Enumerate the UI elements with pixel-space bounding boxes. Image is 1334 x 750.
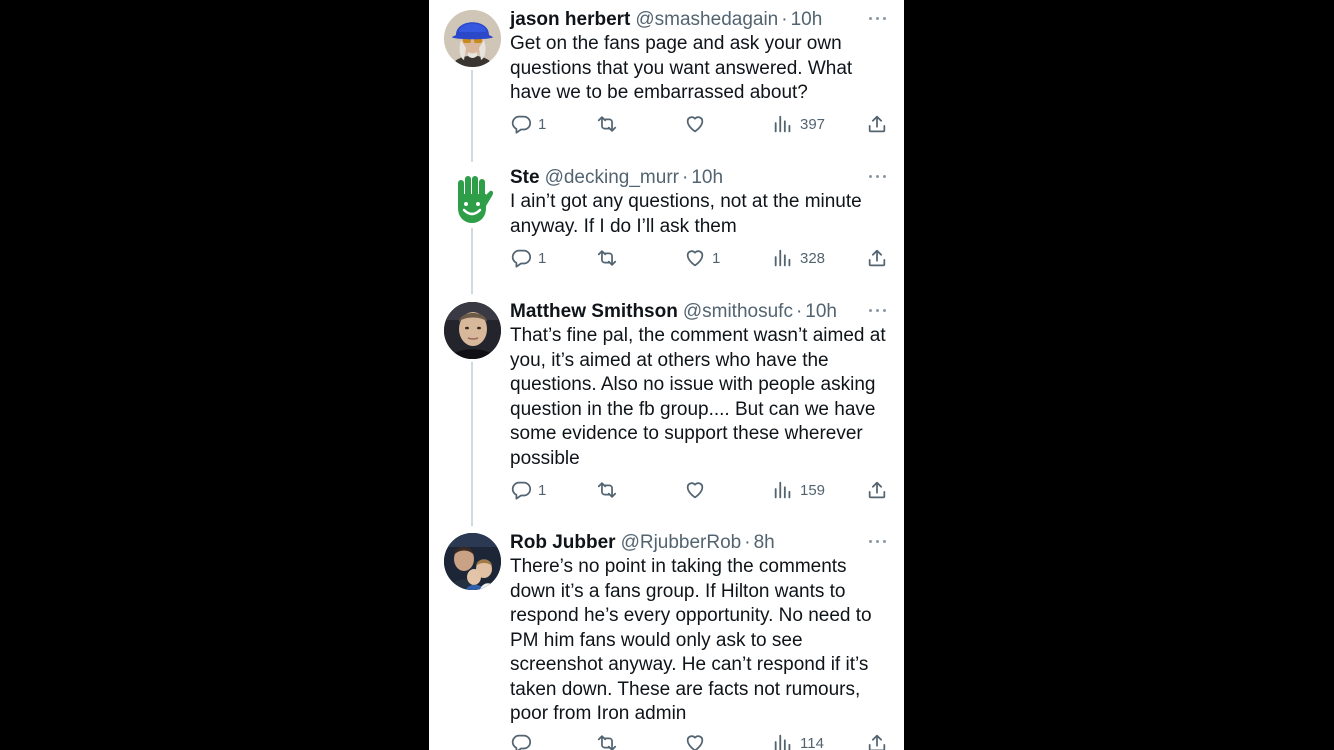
more-options-icon[interactable] [869, 8, 887, 28]
reply-icon [510, 113, 532, 135]
reply-button[interactable]: 1 [510, 112, 546, 136]
share-button[interactable] [866, 731, 888, 750]
retweet-icon [596, 113, 618, 135]
avatar[interactable] [444, 10, 501, 67]
user-handle[interactable]: @decking_murr [545, 167, 679, 188]
user-handle[interactable]: @smashedagain [635, 9, 778, 30]
separator-dot: · [744, 532, 751, 553]
separator-dot: · [781, 9, 788, 30]
views-count: 114 [800, 734, 824, 750]
share-icon [866, 479, 888, 501]
tweet[interactable]: Matthew Smithson @smithosufc · 10h That’s f… [429, 292, 904, 514]
reply-count: 1 [538, 115, 547, 133]
tweet-actions: 1 397 [510, 112, 895, 136]
tweet-text: There’s no point in taking the comments … [510, 556, 872, 724]
like-button[interactable] [684, 112, 712, 136]
tweet-actions: 1 1 328 [510, 246, 895, 270]
tweet-text: Get on the fans page and ask your own qu… [510, 33, 853, 103]
views-chart-icon [772, 479, 794, 501]
user-handle[interactable]: @RjubberRob [621, 532, 742, 553]
reply-count: 1 [538, 481, 547, 499]
tweet-text: I ain’t got any questions, not at the mi… [510, 191, 862, 237]
views-count: 328 [800, 249, 826, 267]
tweet-actions: 1 159 [510, 478, 895, 502]
share-button[interactable] [866, 246, 888, 270]
more-options-icon[interactable] [869, 166, 887, 186]
share-icon [866, 113, 888, 135]
tweet-header: jason herbert @smashedagain · 10h [510, 8, 822, 32]
tweet[interactable]: jason herbert @smashedagain · 10h Get on th… [429, 0, 904, 150]
heart-icon [684, 113, 706, 135]
reply-button[interactable]: 1 [510, 246, 546, 270]
retweet-button[interactable] [596, 112, 624, 136]
like-button[interactable]: 1 [684, 246, 720, 270]
views-button[interactable]: 397 [772, 112, 825, 136]
views-chart-icon [772, 113, 794, 135]
views-button[interactable]: 328 [772, 246, 825, 270]
reply-count: 1 [538, 249, 547, 267]
reply-button[interactable]: 1 [510, 478, 546, 502]
display-name[interactable]: Matthew Smithson [510, 301, 678, 322]
avatar-green-hand-icon [444, 168, 501, 225]
retweet-button[interactable] [596, 478, 624, 502]
timestamp[interactable]: 10h [805, 301, 837, 322]
tweet-header: Rob Jubber @RjubberRob · 8h [510, 531, 775, 555]
timestamp[interactable]: 10h [791, 9, 823, 30]
views-button[interactable]: 159 [772, 478, 825, 502]
display-name[interactable]: Rob Jubber [510, 532, 616, 553]
heart-icon [684, 479, 706, 501]
views-button[interactable]: 114 [772, 731, 824, 750]
reply-icon [510, 247, 532, 269]
like-button[interactable] [684, 731, 712, 750]
separator-dot: · [681, 167, 689, 188]
tweet[interactable]: Rob Jubber @RjubberRob · 8h There’s no poin… [429, 523, 904, 750]
timestamp[interactable]: 10h [691, 167, 723, 188]
avatar-man-selfie-icon [444, 302, 501, 359]
tweet-actions: 114 [510, 731, 895, 750]
views-chart-icon [772, 247, 794, 269]
display-name[interactable]: Ste [510, 167, 540, 188]
tweet-header: Ste @decking_murr · 10h [510, 166, 723, 190]
share-button[interactable] [866, 112, 888, 136]
views-chart-icon [772, 732, 794, 750]
like-count: 1 [712, 249, 721, 267]
avatar-family-photo-icon [444, 533, 501, 590]
timestamp[interactable]: 8h [754, 532, 775, 553]
retweet-button[interactable] [596, 731, 624, 750]
reply-icon [510, 732, 532, 750]
avatar[interactable] [444, 168, 501, 225]
reply-thread: jason herbert @smashedagain · 10h Get on th… [429, 0, 904, 750]
avatar[interactable] [444, 533, 501, 590]
avatar-man-blue-hat-icon [444, 10, 501, 67]
share-icon [866, 732, 888, 750]
tweet[interactable]: Ste @decking_murr · 10h I ain’t got any que… [429, 158, 904, 284]
reply-icon [510, 479, 532, 501]
share-button[interactable] [866, 478, 888, 502]
user-handle[interactable]: @smithosufc [683, 301, 793, 322]
share-icon [866, 247, 888, 269]
more-options-icon[interactable] [869, 300, 887, 320]
separator-dot: · [795, 301, 803, 322]
retweet-icon [596, 732, 618, 750]
tweet-text: That’s fine pal, the comment wasn’t aime… [510, 325, 886, 469]
display-name[interactable]: jason herbert [510, 9, 630, 30]
retweet-icon [596, 247, 618, 269]
views-count: 397 [800, 115, 826, 133]
views-count: 159 [800, 481, 826, 499]
heart-icon [684, 732, 706, 750]
avatar[interactable] [444, 302, 501, 359]
tweet-header: Matthew Smithson @smithosufc · 10h [510, 300, 837, 324]
like-button[interactable] [684, 478, 712, 502]
more-options-icon[interactable] [869, 531, 887, 551]
heart-icon [684, 247, 706, 269]
reply-button[interactable] [510, 731, 538, 750]
retweet-icon [596, 479, 618, 501]
retweet-button[interactable] [596, 246, 624, 270]
